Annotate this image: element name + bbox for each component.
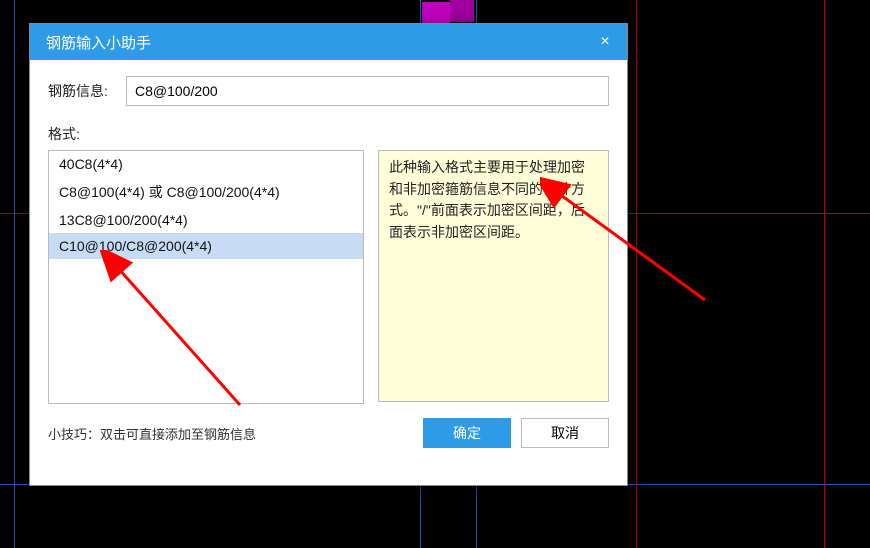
format-description: 此种输入格式主要用于处理加密和非加密箍筋信息不同的设计方式。"/"前面表示加密区…: [378, 150, 609, 402]
rebar-input-helper-dialog: 钢筋输入小助手 × 钢筋信息: 格式: 40C8(4*4) C8@100(4*4…: [29, 23, 628, 486]
rebar-info-input[interactable]: [126, 76, 609, 106]
cancel-button[interactable]: 取消: [521, 418, 609, 448]
rebar-info-label: 钢筋信息:: [48, 81, 126, 101]
titlebar: 钢筋输入小助手 ×: [30, 24, 627, 60]
dialog-title: 钢筋输入小助手: [46, 32, 151, 53]
close-icon[interactable]: ×: [595, 33, 615, 51]
format-list[interactable]: 40C8(4*4) C8@100(4*4) 或 C8@100/200(4*4) …: [48, 150, 364, 404]
format-label: 格式:: [48, 124, 609, 144]
list-item[interactable]: 13C8@100/200(4*4): [49, 207, 363, 233]
list-item[interactable]: C10@100/C8@200(4*4): [49, 233, 363, 259]
list-item[interactable]: C8@100(4*4) 或 C8@100/200(4*4): [49, 177, 363, 207]
list-item[interactable]: 40C8(4*4): [49, 151, 363, 177]
ok-button[interactable]: 确定: [423, 418, 511, 448]
footer-tip: 小技巧：双击可直接添加至钢筋信息: [48, 424, 423, 443]
